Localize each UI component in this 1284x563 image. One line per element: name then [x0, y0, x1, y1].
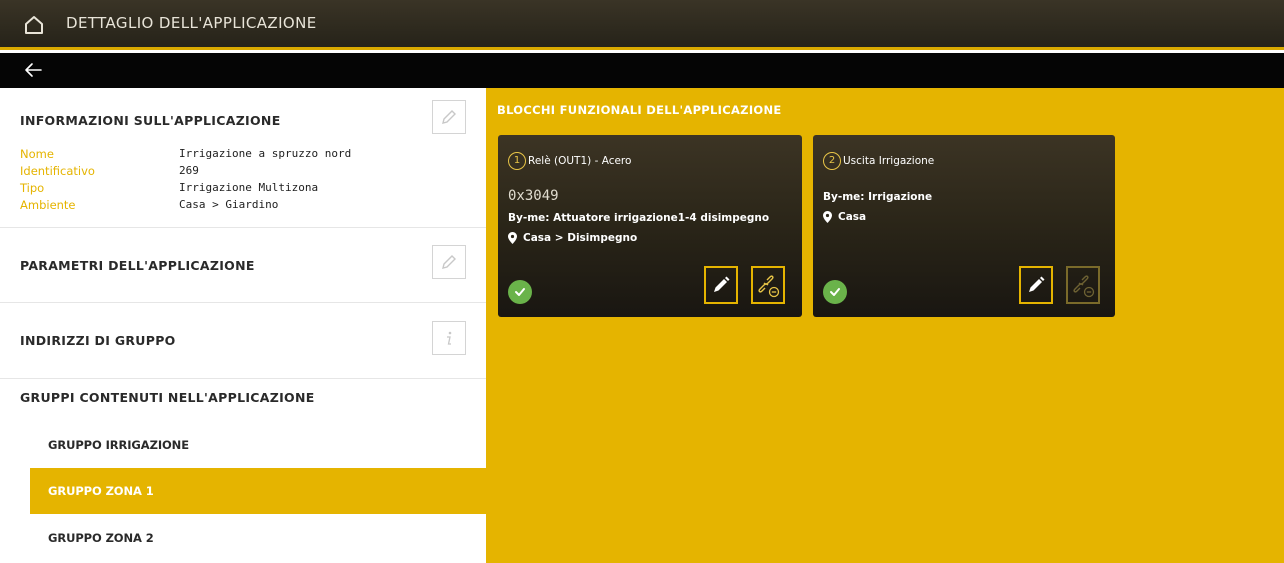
addresses-info-button[interactable] [432, 321, 466, 355]
edit-block-button[interactable] [1019, 266, 1053, 304]
block-location: Casa > Disimpegno [508, 232, 637, 244]
unlink-block-button[interactable] [1066, 266, 1100, 304]
title-bar: DETTAGLIO DELL'APPLICAZIONE [0, 0, 1284, 50]
info-heading: INFORMAZIONI SULL'APPLICAZIONE [20, 113, 281, 128]
divider [0, 227, 486, 228]
page-title: DETTAGLIO DELL'APPLICAZIONE [66, 14, 317, 32]
pencil-icon [1029, 276, 1045, 292]
block-location: Casa [823, 211, 866, 223]
unlink-icon [758, 275, 780, 298]
block-number: 1 [508, 152, 526, 170]
block-byme: By-me: Irrigazione [823, 191, 933, 203]
location-pin-icon [823, 211, 832, 223]
group-item-zona-1[interactable]: GRUPPO ZONA 1 [30, 468, 486, 514]
back-arrow-icon[interactable] [22, 59, 44, 81]
functional-block-card[interactable]: 1 Relè (OUT1) - Acero 0x3049 By-me: Attu… [498, 135, 802, 317]
block-name: Uscita Irrigazione [843, 155, 935, 167]
right-panel: BLOCCHI FUNZIONALI DELL'APPLICAZIONE 1 R… [486, 88, 1284, 563]
home-icon[interactable] [22, 13, 46, 37]
pencil-icon [442, 255, 456, 269]
block-address: 0x3049 [508, 188, 559, 204]
group-item-zona-2[interactable]: GRUPPO ZONA 2 [30, 515, 486, 561]
divider [0, 378, 486, 379]
edit-info-button[interactable] [432, 100, 466, 134]
addresses-heading: INDIRIZZI DI GRUPPO [20, 333, 176, 348]
params-heading: PARAMETRI DELL'APPLICAZIONE [20, 258, 255, 273]
unlink-icon [1073, 275, 1095, 298]
functional-blocks-heading: BLOCCHI FUNZIONALI DELL'APPLICAZIONE [497, 103, 782, 117]
status-ok-icon [823, 280, 847, 304]
left-panel: INFORMAZIONI SULL'APPLICAZIONE Nome Irri… [0, 88, 486, 563]
edit-params-button[interactable] [432, 245, 466, 279]
block-byme: By-me: Attuatore irrigazione1-4 disimpeg… [508, 212, 770, 224]
functional-block-card[interactable]: 2 Uscita Irrigazione By-me: Irrigazione … [813, 135, 1115, 317]
block-name: Relè (OUT1) - Acero [528, 155, 632, 167]
status-ok-icon [508, 280, 532, 304]
info-icon [447, 331, 452, 345]
unlink-block-button[interactable] [751, 266, 785, 304]
location-pin-icon [508, 232, 517, 244]
edit-block-button[interactable] [704, 266, 738, 304]
group-item-irrigazione[interactable]: GRUPPO IRRIGAZIONE [30, 422, 486, 468]
navigation-bar [0, 53, 1284, 88]
pencil-icon [714, 276, 730, 292]
divider [0, 302, 486, 303]
block-number: 2 [823, 152, 841, 170]
pencil-icon [442, 110, 456, 124]
groups-heading: GRUPPI CONTENUTI NELL'APPLICAZIONE [20, 390, 315, 405]
